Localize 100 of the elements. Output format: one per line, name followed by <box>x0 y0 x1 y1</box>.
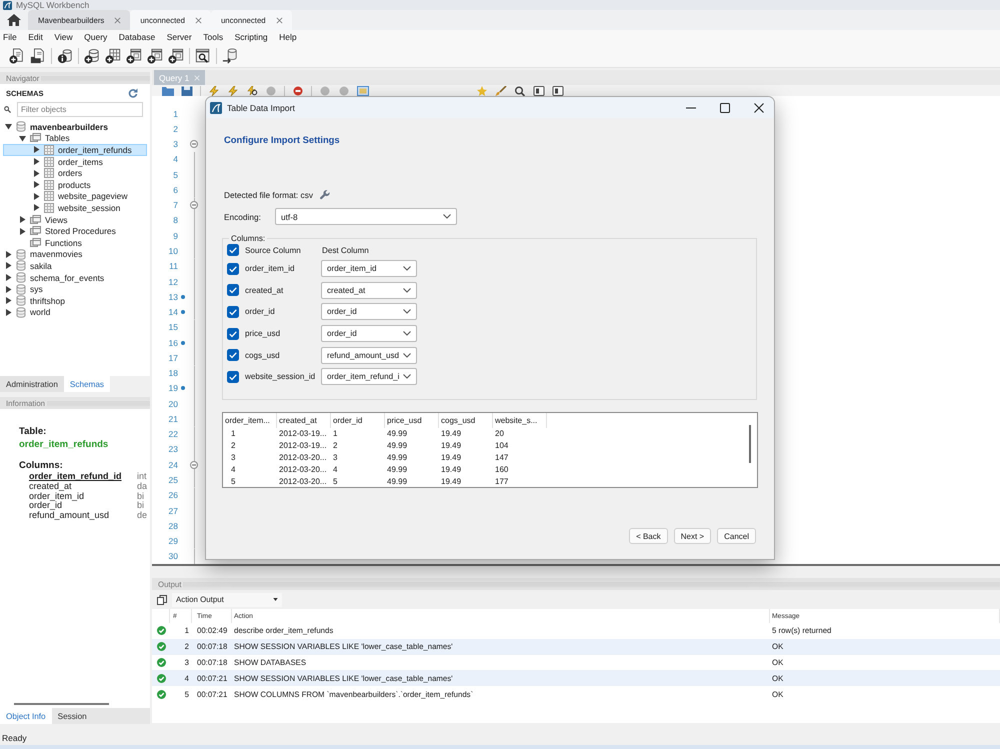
caret-right-icon[interactable] <box>5 308 12 316</box>
tree-item[interactable]: schema_for_events <box>3 272 147 284</box>
tree-item[interactable]: thriftshop <box>3 294 147 306</box>
menu-item[interactable]: Database <box>118 31 156 43</box>
info-icon[interactable] <box>57 48 73 64</box>
dialog-button[interactable]: Next > <box>674 528 712 544</box>
window-magnifier-icon[interactable] <box>195 48 211 64</box>
panel-toggle-icon[interactable] <box>357 86 369 96</box>
column-header[interactable]: created_at <box>277 412 331 428</box>
dest-column-select[interactable]: created_at <box>321 282 417 299</box>
caret-right-icon[interactable] <box>33 146 40 154</box>
checkbox[interactable] <box>227 262 239 275</box>
caret-right-icon[interactable] <box>33 170 40 177</box>
caret-down-icon[interactable] <box>5 123 12 130</box>
caret-right-icon[interactable] <box>5 286 12 293</box>
save-icon[interactable] <box>181 86 193 96</box>
column-header[interactable]: order_id <box>331 412 385 428</box>
home-icon[interactable] <box>7 14 21 26</box>
menu-item[interactable]: Server <box>166 31 192 43</box>
tree-item[interactable]: world <box>3 306 147 318</box>
caret-right-icon[interactable] <box>33 204 40 212</box>
caret-right-icon[interactable] <box>33 181 40 188</box>
menu-item[interactable]: View <box>54 31 73 43</box>
tree-item[interactable]: products <box>3 178 147 191</box>
database-plus-icon[interactable] <box>84 48 100 64</box>
filter-field[interactable]: Filter objects <box>17 102 143 117</box>
tree-item[interactable]: order_item_refunds <box>3 144 147 156</box>
dest-column-select[interactable]: order_item_refund_i <box>321 368 417 386</box>
menu-item[interactable]: File <box>3 31 17 43</box>
caret-right-icon[interactable] <box>5 250 12 258</box>
copy-icon[interactable] <box>157 594 167 604</box>
document-folder-icon[interactable] <box>30 48 46 64</box>
panel-tab[interactable]: Administration <box>0 376 64 392</box>
window-plus-icon[interactable] <box>168 48 184 64</box>
window-plus-icon[interactable] <box>126 48 142 64</box>
tree-item[interactable]: sakila <box>3 260 147 272</box>
menu-item[interactable]: Help <box>279 31 297 43</box>
checkbox[interactable] <box>227 284 239 296</box>
tree-item[interactable]: website_pageview <box>3 190 147 202</box>
checkbox[interactable] <box>227 328 239 340</box>
maximize-icon[interactable] <box>720 102 730 112</box>
panel-tab[interactable]: Object Info <box>0 708 52 724</box>
encoding-select[interactable]: utf-8 <box>275 208 457 225</box>
caret-right-icon[interactable] <box>19 216 26 224</box>
caret-right-icon[interactable] <box>33 158 40 166</box>
tree-item[interactable]: Functions <box>3 236 147 249</box>
brush-icon[interactable] <box>495 86 507 96</box>
caret-right-icon[interactable] <box>5 262 12 270</box>
tree-item[interactable]: Stored Procedures <box>3 225 147 237</box>
document-plus-icon[interactable] <box>9 48 25 64</box>
collapse-minus-icon[interactable] <box>190 201 198 210</box>
menu-item[interactable]: Tools <box>203 31 224 43</box>
lightning-icon[interactable] <box>208 86 220 96</box>
close-icon[interactable] <box>754 102 764 112</box>
scrollbar-thumb[interactable] <box>749 424 751 463</box>
database-arrow-icon[interactable] <box>222 48 238 64</box>
dest-column-select[interactable]: order_id <box>321 303 417 320</box>
caret-down-icon[interactable] <box>19 134 26 142</box>
menu-item[interactable]: Scripting <box>234 31 268 43</box>
panel-icon[interactable] <box>533 86 545 96</box>
checkbox[interactable] <box>227 306 239 318</box>
tree-item[interactable]: Views <box>3 214 147 226</box>
star-icon[interactable] <box>476 86 488 96</box>
caret-right-icon[interactable] <box>5 274 12 282</box>
menu-item[interactable]: Edit <box>28 31 43 43</box>
panel-tab[interactable]: Schemas <box>64 376 110 392</box>
dest-column-select[interactable]: order_item_id <box>321 260 417 278</box>
tree-item[interactable]: orders <box>3 167 147 179</box>
caret-right-icon[interactable] <box>19 228 26 235</box>
wrench-icon[interactable] <box>320 190 330 200</box>
tree-item[interactable]: Tables <box>3 132 147 144</box>
scrollbar-thumb[interactable] <box>14 703 109 705</box>
column-header[interactable]: price_usd <box>385 412 439 428</box>
dest-column-select[interactable]: refund_amount_usd <box>321 346 417 364</box>
dialog-button[interactable]: < Back <box>629 528 668 544</box>
table-plus-icon[interactable] <box>105 48 121 64</box>
minimize-icon[interactable] <box>686 106 696 108</box>
lightning-icon[interactable] <box>227 86 239 96</box>
tree-item[interactable]: sys <box>3 283 147 295</box>
checkbox[interactable] <box>227 349 239 362</box>
dest-column-select[interactable]: order_id <box>321 325 417 342</box>
panel-icon[interactable] <box>552 86 564 96</box>
column-header[interactable]: order_item... <box>223 412 277 428</box>
checkbox[interactable] <box>227 370 239 383</box>
window-plus-icon[interactable] <box>147 48 163 64</box>
dialog-button[interactable]: Cancel <box>717 528 756 544</box>
tree-item[interactable]: mavenmovies <box>3 248 147 260</box>
checkbox[interactable] <box>227 244 239 256</box>
panel-tab[interactable]: Session <box>52 708 93 724</box>
lightning-magnifier-icon[interactable] <box>246 86 258 96</box>
column-header[interactable]: cogs_usd <box>439 412 493 428</box>
caret-right-icon[interactable] <box>33 192 40 200</box>
tree-item[interactable]: mavenbearbuilders <box>3 121 147 133</box>
collapse-minus-icon[interactable] <box>190 460 198 469</box>
caret-right-icon[interactable] <box>5 297 12 304</box>
collapse-minus-icon[interactable] <box>190 140 198 148</box>
menu-item[interactable]: Query <box>84 31 108 43</box>
tree-item[interactable]: order_items <box>3 156 147 168</box>
column-header[interactable]: website_s... <box>493 412 547 428</box>
magnifier-icon[interactable] <box>514 86 526 96</box>
